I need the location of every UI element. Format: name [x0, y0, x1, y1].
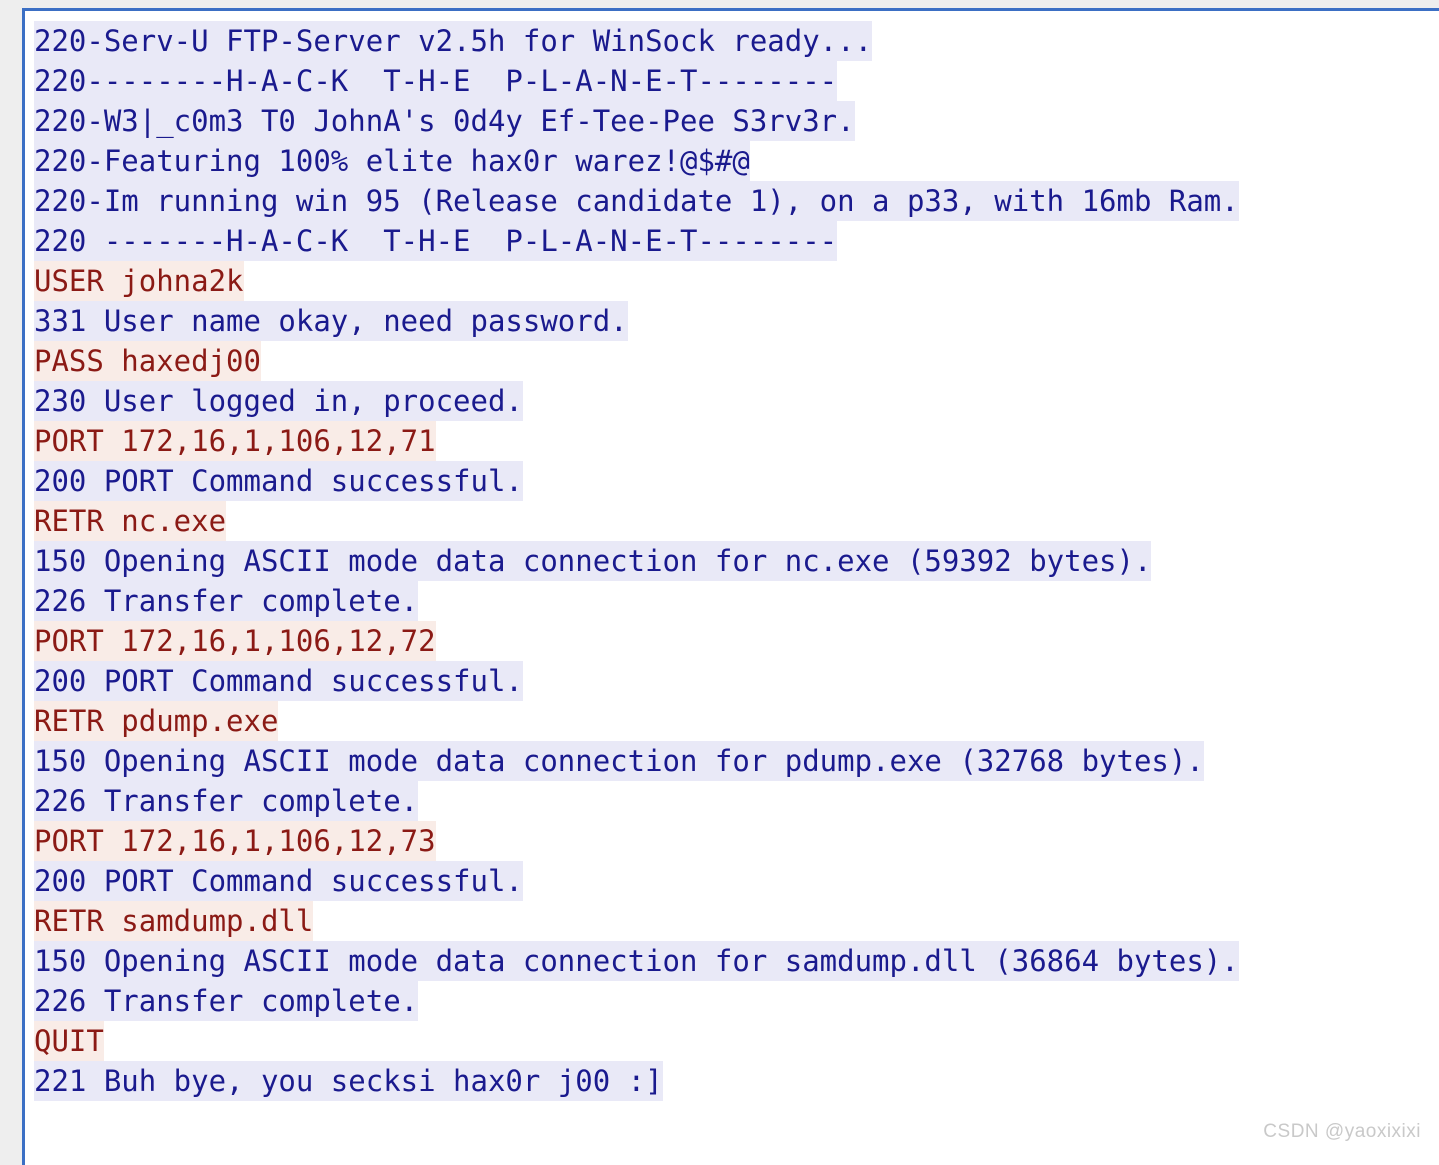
ftp-response-line: 221 Buh bye, you secksi hax0r j00 :] — [34, 1061, 663, 1101]
ftp-response-line: 150 Opening ASCII mode data connection f… — [34, 741, 1204, 781]
ftp-response-line: 220-Im running win 95 (Release candidate… — [34, 181, 1239, 221]
ftp-command-line: RETR nc.exe — [34, 501, 227, 541]
ftp-session-transcript: 220-Serv-U FTP-Server v2.5h for WinSock … — [34, 21, 1439, 1101]
ftp-command-line: PASS haxedj00 — [34, 341, 261, 381]
ftp-response-line: 220-W3|_c0m3 T0 JohnA's 0d4y Ef-Tee-Pee … — [34, 101, 855, 141]
ftp-response-line: 226 Transfer complete. — [34, 581, 419, 621]
ftp-response-line: 331 User name okay, need password. — [34, 301, 628, 341]
ftp-command-line: QUIT — [34, 1021, 104, 1061]
ftp-command-line: PORT 172,16,1,106,12,71 — [34, 421, 436, 461]
ftp-response-line: 200 PORT Command successful. — [34, 461, 523, 501]
ftp-response-line: 150 Opening ASCII mode data connection f… — [34, 941, 1239, 981]
ftp-command-line: PORT 172,16,1,106,12,72 — [34, 621, 436, 661]
ftp-response-line: 220 -------H-A-C-K T-H-E P-L-A-N-E-T----… — [34, 221, 838, 261]
csdn-watermark: CSDN @yaoxixixi — [1263, 1121, 1421, 1142]
ftp-response-line: 200 PORT Command successful. — [34, 861, 523, 901]
ftp-command-line: RETR pdump.exe — [34, 701, 279, 741]
ftp-response-line: 220--------H-A-C-K T-H-E P-L-A-N-E-T----… — [34, 61, 838, 101]
ftp-response-line: 220-Featuring 100% elite hax0r warez!@$#… — [34, 141, 750, 181]
ftp-response-line: 220-Serv-U FTP-Server v2.5h for WinSock … — [34, 21, 873, 61]
ftp-command-line: PORT 172,16,1,106,12,73 — [34, 821, 436, 861]
document-page: 220-Serv-U FTP-Server v2.5h for WinSock … — [22, 8, 1439, 1165]
ftp-response-line: 200 PORT Command successful. — [34, 661, 523, 701]
ftp-command-line: USER johna2k — [34, 261, 244, 301]
ftp-response-line: 226 Transfer complete. — [34, 981, 419, 1021]
ftp-command-line: RETR samdump.dll — [34, 901, 314, 941]
ftp-response-line: 230 User logged in, proceed. — [34, 381, 523, 421]
ftp-response-line: 150 Opening ASCII mode data connection f… — [34, 541, 1152, 581]
ftp-response-line: 226 Transfer complete. — [34, 781, 419, 821]
